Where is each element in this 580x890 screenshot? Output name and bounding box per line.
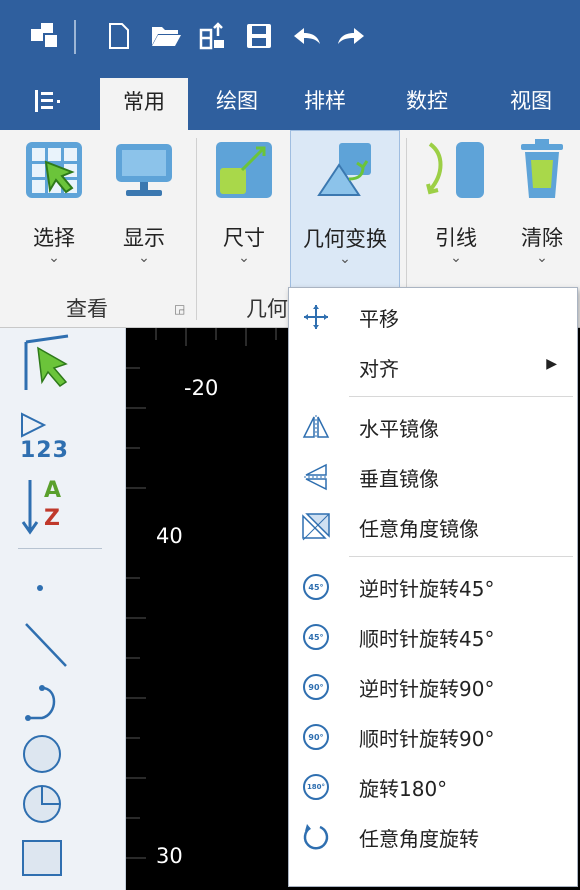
group-label-view: 查看 [66,297,108,321]
select-icon [22,138,86,206]
geometry-transform-label: 几何变换 [303,227,387,251]
chevron-down-icon: ⌄ [238,250,250,266]
display-label: 显示 [123,226,165,250]
menu-item-mirror-vertical[interactable]: 垂直镜像 [289,452,577,502]
monitor-icon [112,138,176,206]
leader-icon [424,138,488,206]
rectangle-tool-icon[interactable] [0,838,126,878]
clear-label: 清除 [521,226,563,250]
chevron-down-icon: ⌄ [138,250,150,266]
chevron-down-icon: ⌄ [536,250,548,266]
leader-button[interactable]: 引线 ⌄ [414,130,498,290]
menu-item-mirror-horizontal[interactable]: 水平镜像 [289,402,577,452]
clear-button[interactable]: 清除 ⌄ [504,130,580,290]
menu-item-rotate-cw-90[interactable]: 90° 顺时针旋转90° [289,712,577,762]
sort-letter-z: Z [44,506,60,531]
leader-label: 引线 [435,226,477,250]
menu-item-rotate-cw-45[interactable]: 45° 顺时针旋转45° [289,612,577,662]
sort-digits: 123 [20,438,69,463]
menu-item-rotate-ccw-90[interactable]: 90° 逆时针旋转90° [289,662,577,712]
transform-icon [313,139,377,207]
menu-item-label: 对齐 [359,357,399,381]
menu-item-align[interactable]: 对齐 ▶ [289,342,577,392]
menu-item-mirror-any-angle[interactable]: 任意角度镜像 [289,502,577,552]
open-folder-icon[interactable] [148,14,184,58]
sort-az-icon[interactable]: A Z [0,478,126,540]
tab-cnc[interactable]: 数控 [392,72,462,130]
app-window: 常用 绘图 排样 数控 视图 选择 ⌄ 显示 ⌄ 尺寸 ⌄ 几何变换 ⌄ 引线 … [0,0,580,890]
point-tool-icon[interactable] [0,568,126,608]
rotate-ccw-90-icon: 90° [301,672,331,702]
new-file-icon[interactable] [104,14,134,58]
select-button[interactable]: 选择 ⌄ [14,130,94,290]
group-separator [196,138,197,320]
menu-item-translate[interactable]: 平移 [289,292,577,342]
display-button[interactable]: 显示 ⌄ [104,130,184,290]
ribbon-tabs: 常用 绘图 排样 数控 视图 [0,72,580,130]
menu-item-label: 顺时针旋转45° [359,627,495,651]
geometry-transform-menu: 平移 对齐 ▶ 水平镜像 垂直镜像 任意角度镜像 45° 逆时针旋转45° 45… [288,287,578,887]
dimension-label: 尺寸 [223,226,265,250]
tab-draw[interactable]: 绘图 [202,72,272,130]
menu-item-label: 水平镜像 [359,417,439,441]
left-toolbar: 123 A Z [0,328,126,890]
rotate-cw-90-icon: 90° [301,722,331,752]
pie-tool-icon[interactable] [0,782,126,826]
trash-icon [515,138,569,206]
menu-item-label: 任意角度旋转 [359,827,479,851]
redo-icon[interactable] [334,14,368,58]
move-icon [301,302,331,332]
menu-item-label: 逆时针旋转45° [359,577,495,601]
ribbon-menu-icon[interactable] [24,72,74,130]
rotate-any-angle-icon [301,822,331,852]
menu-item-rotate-any-angle[interactable]: 任意角度旋转 [289,812,577,862]
import-icon[interactable] [196,14,230,58]
menu-item-label: 垂直镜像 [359,467,439,491]
sort-letter-a: A [44,478,62,503]
chevron-down-icon: ⌄ [450,250,462,266]
menu-item-label: 逆时针旋转90° [359,677,495,701]
rotate-180-icon: 180° [301,772,331,802]
menu-separator [349,396,573,397]
line-tool-icon[interactable] [0,620,126,670]
ruler-label: -20 [184,376,219,400]
mirror-angle-icon [301,512,331,542]
number-order-icon[interactable]: 123 [0,412,126,464]
geometry-transform-button[interactable]: 几何变换 ⌄ [290,130,400,290]
circle-tool-icon[interactable] [0,732,126,776]
title-bar [0,0,580,72]
rotate-ccw-45-icon: 45° [301,572,331,602]
polyline-tool-icon[interactable] [0,682,126,726]
submenu-arrow-icon: ▶ [546,356,557,372]
menu-item-rotate-ccw-45[interactable]: 45° 逆时针旋转45° [289,562,577,612]
ruler-label: 40 [156,524,183,548]
group-label-geometry: 几何 [246,297,288,321]
tab-nesting[interactable]: 排样 [290,72,360,130]
undo-icon[interactable] [290,14,324,58]
tab-common[interactable]: 常用 [100,78,188,130]
mirror-horizontal-icon [301,412,331,442]
toolbar-divider [18,548,102,549]
select-label: 选择 [33,226,75,250]
menu-item-label: 旋转180° [359,777,448,801]
menu-item-rotate-180[interactable]: 180° 旋转180° [289,762,577,812]
dimension-button[interactable]: 尺寸 ⌄ [204,130,284,290]
chevron-down-icon: ⌄ [339,251,351,267]
toolbar-separator [74,20,76,54]
menu-item-label: 任意角度镜像 [359,517,479,541]
menu-separator [349,556,573,557]
mirror-vertical-icon [301,462,331,492]
app-menu-icon[interactable] [26,14,66,58]
menu-item-label: 顺时针旋转90° [359,727,495,751]
save-icon[interactable] [244,14,274,58]
tab-view[interactable]: 视图 [496,72,566,130]
menu-item-label: 平移 [359,307,399,331]
ruler-label: 30 [156,844,183,868]
rotate-cw-45-icon: 45° [301,622,331,652]
dialog-launcher-icon[interactable]: ◲ [174,302,185,316]
dimension-icon [212,138,276,206]
pick-tool-icon[interactable] [0,334,126,394]
chevron-down-icon: ⌄ [48,250,60,266]
